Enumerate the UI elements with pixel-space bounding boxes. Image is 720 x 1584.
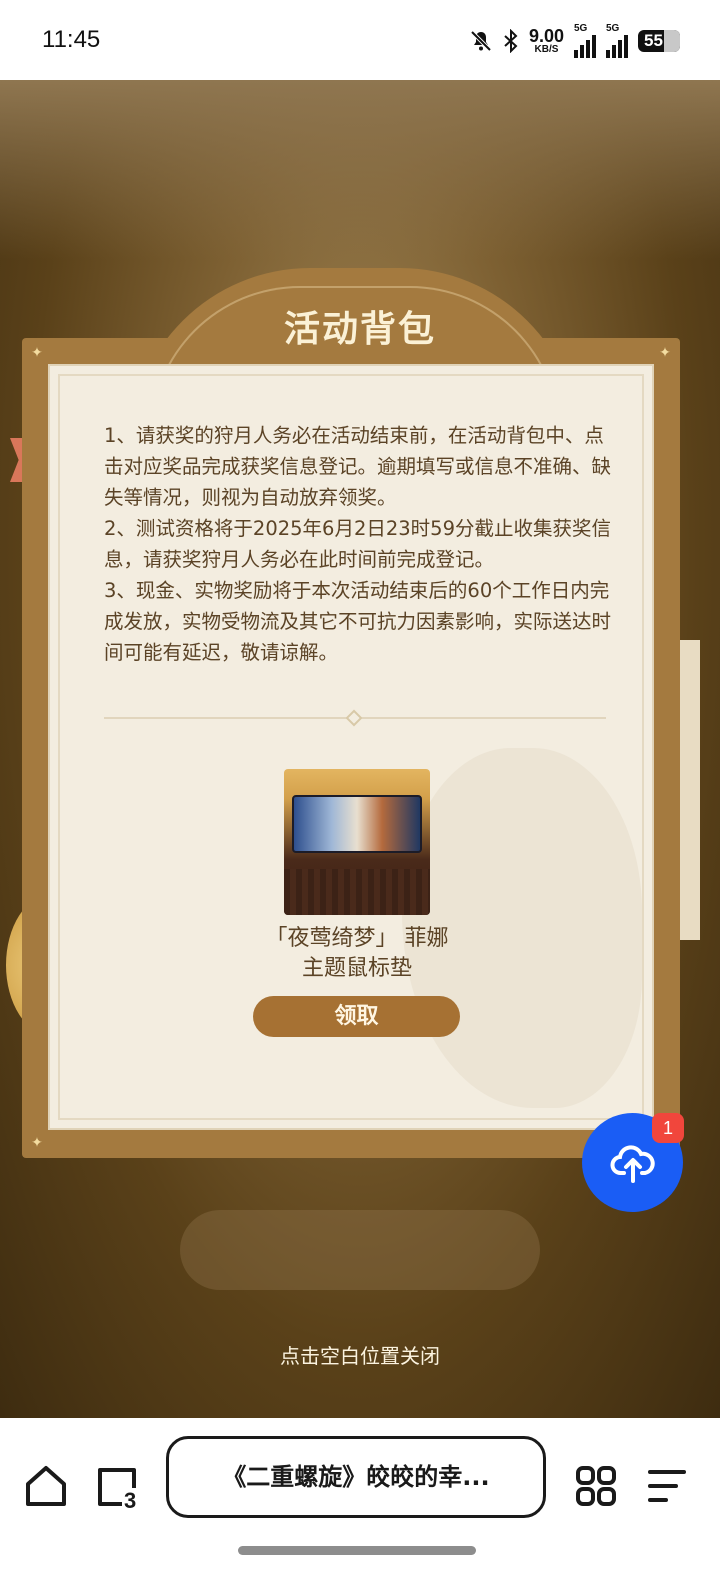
signal-icon-2: 5G xyxy=(606,22,628,58)
prize-image xyxy=(284,769,430,915)
tab-count: 3 xyxy=(124,1488,136,1513)
divider xyxy=(104,709,606,727)
home-icon[interactable] xyxy=(18,1458,74,1514)
battery-level: 55 xyxy=(644,31,663,50)
close-hint[interactable]: 点击空白位置关闭 xyxy=(0,1340,720,1369)
signal-label: 5G xyxy=(574,22,588,34)
status-icons: 9.00 KB/S 5G 5G 55 xyxy=(469,22,680,58)
battery-icon: 55 xyxy=(638,30,680,52)
sparkle-icon: ✦ xyxy=(31,1135,43,1151)
cloud-upload-icon xyxy=(610,1145,655,1183)
tabs-icon[interactable]: 3 xyxy=(90,1458,146,1514)
rules-text: 1、请获奖的狩月人务必在活动结束前，在活动背包中、点击对应奖品完成获奖信息登记。… xyxy=(104,420,612,668)
network-speed-value: 9.00 xyxy=(528,26,564,46)
modal-title: 活动背包 xyxy=(283,308,436,350)
claim-button[interactable]: 领取 xyxy=(253,996,460,1037)
network-speed: 9.00 KB/S xyxy=(529,27,564,55)
signal-icon: 5G xyxy=(574,22,596,58)
mute-bell-icon xyxy=(470,30,492,52)
signal-label-2: 5G xyxy=(606,22,620,34)
apps-grid-icon[interactable] xyxy=(568,1458,624,1514)
rule-item: 1、请获奖的狩月人务必在活动结束前，在活动背包中、点击对应奖品完成获奖信息登记。… xyxy=(104,424,612,509)
current-tab-title[interactable]: 《二重螺旋》皎皎的幸... xyxy=(166,1436,546,1518)
status-time: 11:45 xyxy=(42,26,101,53)
network-speed-unit: KB/S xyxy=(534,44,559,55)
bluetooth-icon xyxy=(504,29,518,53)
rule-item: 3、现金、实物奖励将于本次活动结束后的60个工作日内完成发放，实物受物流及其它不… xyxy=(104,579,612,664)
prize-name: 「夜莺绮梦」 菲娜 主题鼠标垫 xyxy=(200,924,514,984)
prize-name-line1: 「夜莺绮梦」 菲娜 xyxy=(265,926,449,951)
home-indicator[interactable] xyxy=(238,1546,476,1555)
rule-item: 2、测试资格将于2025年6月2日23时59分截止收集获奖信息，请获奖狩月人务必… xyxy=(104,517,611,571)
menu-icon[interactable] xyxy=(640,1458,696,1514)
status-bar: 11:45 9.00 KB/S 5G 5G 55 xyxy=(0,0,720,80)
cloud-upload-button[interactable]: 1 xyxy=(582,1113,684,1212)
notification-badge: 1 xyxy=(652,1113,684,1143)
bottom-navigation: 3 《二重螺旋》皎皎的幸... xyxy=(0,1418,720,1584)
prize-name-line2: 主题鼠标垫 xyxy=(301,956,412,981)
